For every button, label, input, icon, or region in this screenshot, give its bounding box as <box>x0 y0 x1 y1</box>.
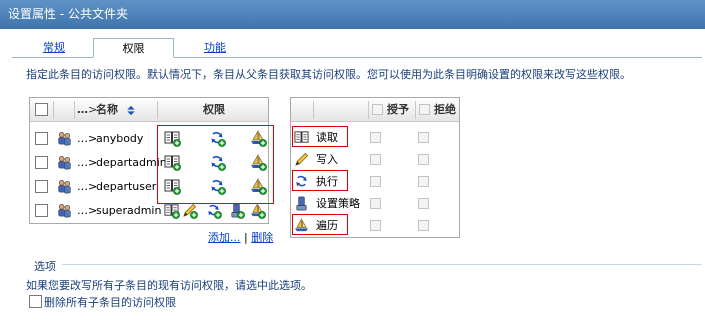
principal-name: departuser <box>96 180 157 193</box>
highlight-box <box>292 170 348 191</box>
tab-capabilities[interactable]: 功能 <box>195 38 235 58</box>
deny-checkbox[interactable] <box>418 220 429 231</box>
principal-actions: 添加... | 删除 <box>208 229 273 245</box>
set-policy-icon <box>229 203 244 218</box>
deny-all-checkbox[interactable] <box>419 104 430 115</box>
write-icon <box>182 203 197 218</box>
principals-table-header: … > 名称 权限 <box>30 98 268 122</box>
set-policy-icon <box>294 196 309 211</box>
column-divider <box>415 101 416 119</box>
grant-checkbox[interactable] <box>370 132 381 143</box>
deny-checkbox[interactable] <box>418 132 429 143</box>
deny-checkbox[interactable] <box>418 154 429 165</box>
permission-detail-header: 授予 拒绝 <box>291 98 459 122</box>
principal-prefix: …> <box>77 132 98 145</box>
principal-prefix: …> <box>77 204 98 217</box>
name-column-header[interactable]: 名称 <box>96 98 118 122</box>
remove-child-permissions-checkbox[interactable] <box>29 295 42 308</box>
permission-row: 遍历 <box>291 214 459 237</box>
group-icon <box>57 179 72 194</box>
highlight-box <box>157 125 274 204</box>
grant-column-header: 授予 <box>387 103 409 116</box>
permission-row: 读取 <box>291 126 459 149</box>
row-select-checkbox[interactable] <box>35 204 48 217</box>
row-select-checkbox[interactable] <box>35 132 48 145</box>
row-select-checkbox[interactable] <box>35 180 48 193</box>
permission-row: 设置策略 <box>291 193 459 215</box>
column-divider <box>157 101 158 119</box>
principal-prefix: …> <box>77 156 98 169</box>
grant-all-checkbox[interactable] <box>372 104 383 115</box>
highlight-box <box>292 214 348 235</box>
grant-checkbox[interactable] <box>370 154 381 165</box>
tab-permissions[interactable]: 权限 <box>93 38 174 58</box>
link-separator: | <box>244 231 248 244</box>
group-icon <box>57 131 72 146</box>
permission-label: 写入 <box>316 153 338 166</box>
options-title: 选项 <box>34 260 56 273</box>
deny-checkbox[interactable] <box>418 176 429 187</box>
tab-general[interactable]: 常规 <box>34 38 74 58</box>
execute-icon <box>206 203 221 218</box>
group-icon <box>57 203 72 218</box>
remove-child-permissions-label: 删除所有子条目的访问权限 <box>44 296 176 309</box>
permissions-description: 指定此条目的访问权限。默认情况下，条目从父条目获取其访问权限。您可以使用为此条目… <box>26 68 631 81</box>
options-description: 如果您要改写所有子条目的现有访问权限，请选中此选项。 <box>26 279 312 292</box>
delete-link[interactable]: 删除 <box>251 231 273 244</box>
select-all-checkbox[interactable] <box>35 103 48 116</box>
permission-row: 写入 <box>291 149 459 171</box>
permission-label: 设置策略 <box>316 197 360 210</box>
column-divider <box>53 101 54 119</box>
read-icon <box>164 203 179 218</box>
options-divider <box>62 264 702 265</box>
grant-checkbox[interactable] <box>370 220 381 231</box>
group-icon <box>57 155 72 170</box>
sort-icon[interactable] <box>126 105 136 116</box>
principal-name: superadmin <box>96 204 162 217</box>
permissions-column-header: 权限 <box>203 103 225 116</box>
column-divider <box>74 101 75 119</box>
row-select-checkbox[interactable] <box>35 156 48 169</box>
column-divider <box>368 101 369 119</box>
principal-name: anybody <box>96 132 144 145</box>
write-icon <box>294 152 309 167</box>
deny-column-header: 拒绝 <box>434 103 456 116</box>
deny-checkbox[interactable] <box>418 198 429 209</box>
grant-checkbox[interactable] <box>370 176 381 187</box>
permission-row: 执行 <box>291 170 459 193</box>
column-divider <box>313 101 314 119</box>
grant-checkbox[interactable] <box>370 198 381 209</box>
add-link[interactable]: 添加... <box>208 231 241 244</box>
highlight-box <box>292 126 348 147</box>
tab-bar: 常规 权限 功能 <box>0 38 705 58</box>
traverse-icon <box>250 203 265 218</box>
name-column-dots: … <box>77 103 88 116</box>
permission-detail-table: 授予 拒绝 读取写入执行设置策略遍历 <box>290 97 460 238</box>
principal-prefix: …> <box>77 180 98 193</box>
window-title: 设置属性 - 公共文件夹 <box>0 0 705 29</box>
